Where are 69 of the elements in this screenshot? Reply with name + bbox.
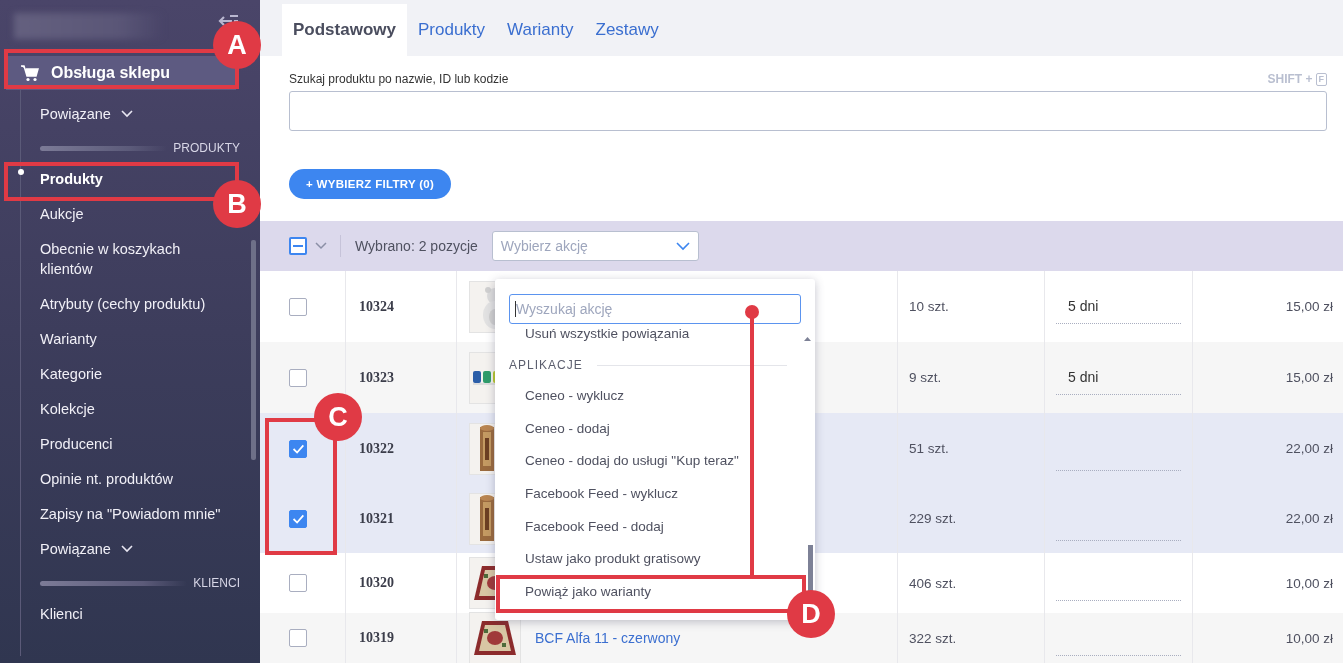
delivery-field[interactable]: 5 dni [1056, 289, 1181, 324]
filters-button[interactable]: + WYBIERZ FILTRY (0) [289, 169, 452, 199]
sidebar-item[interactable]: Produkty [21, 168, 103, 189]
row-checkbox[interactable] [289, 439, 307, 458]
product-id: 10319 [359, 630, 394, 646]
search-field[interactable] [289, 91, 1327, 131]
product-link[interactable]: BCF Alfa 11 - czerwony [535, 630, 681, 646]
product-id: 10322 [359, 440, 394, 457]
chevron-down-icon [120, 109, 133, 118]
quantity: 229 szt. [909, 511, 957, 526]
section-heading: KLIENCI [193, 576, 240, 590]
product-id: 10323 [359, 369, 394, 386]
sidebar-item[interactable]: Atrybuty (cechy produktu) [21, 293, 206, 314]
scrollbar[interactable] [251, 240, 256, 460]
quantity: 322 szt. [909, 630, 957, 646]
chevron-down-icon[interactable] [675, 241, 690, 251]
menu-item[interactable]: Facebook Feed - dodaj [525, 516, 664, 537]
menu-item[interactable]: Facebook Feed - wyklucz [525, 484, 679, 505]
bullet-icon [18, 168, 24, 175]
price: 22,00 zł [1285, 511, 1333, 526]
product-id: 10321 [359, 510, 394, 527]
search-label: Szukaj produktu po nazwie, ID lub kodzie [289, 72, 509, 86]
sidebar-item[interactable]: Producenci [21, 433, 113, 454]
quantity: 51 szt. [909, 441, 949, 456]
row-checkbox[interactable] [289, 509, 307, 528]
menu-item[interactable]: Ustaw jako produkt gratisowy [525, 549, 701, 570]
row-checkbox[interactable] [289, 629, 307, 647]
price: 10,00 zł [1285, 630, 1333, 646]
price: 10,00 zł [1285, 575, 1333, 591]
sidebar-item[interactable]: Opinie nt. produktów [21, 468, 173, 489]
price: 15,00 zł [1285, 370, 1333, 385]
menu-item[interactable]: Ceneo - wyklucz [525, 386, 625, 407]
quantity: 9 szt. [909, 370, 942, 385]
price: 22,00 zł [1285, 441, 1333, 456]
sidebar-item[interactable]: Obecnie w koszykach klientów [21, 238, 230, 279]
row-checkbox[interactable] [289, 368, 307, 387]
group-heading: APLIKACJE [509, 358, 583, 372]
selection-count: Wybrano: 2 pozycje [355, 238, 478, 254]
menu-item[interactable]: Ceneo - dodaj [525, 418, 610, 439]
sidebar-item[interactable]: Klienci [21, 603, 83, 624]
row-checkbox[interactable] [289, 297, 307, 316]
sidebar-item[interactable]: Powiązane [21, 538, 133, 559]
chevron-down-icon [120, 544, 133, 553]
sidebar-item[interactable]: Kategorie [21, 363, 103, 384]
caret-icon[interactable] [315, 242, 327, 250]
quantity: 406 szt. [909, 575, 957, 591]
tab[interactable]: Warianty [496, 4, 585, 56]
shortcut-hint: SHIFT + F [1267, 72, 1327, 86]
cart-icon [20, 64, 39, 82]
menu-item[interactable]: Ceneo - dodaj do usługi "Kup teraz" [525, 451, 739, 472]
scrollbar[interactable] [808, 545, 813, 591]
menu-item[interactable]: Powiąż jako warianty [525, 581, 652, 602]
price: 15,00 zł [1285, 299, 1333, 314]
tab[interactable]: Produkty [406, 4, 497, 56]
menu-item[interactable]: Usuń wszystkie powiązania [525, 324, 690, 344]
section-heading: PRODUKTY [173, 141, 240, 155]
select-all-checkbox[interactable] [289, 237, 307, 255]
tab[interactable]: Podstawowy [282, 4, 407, 56]
sidebar-item[interactable]: Powiązane [21, 103, 133, 124]
sidebar-item[interactable]: Zapisy na "Powiadom mnie" [21, 503, 221, 524]
product-id: 10324 [359, 298, 394, 315]
quantity: 10 szt. [909, 299, 949, 314]
sidebar-item[interactable]: Warianty [21, 328, 97, 349]
tab[interactable]: Zestawy [584, 4, 670, 56]
delivery-field[interactable]: 5 dni [1056, 360, 1181, 395]
product-id: 10320 [359, 575, 394, 591]
sidebar-item[interactable]: Kolekcje [21, 398, 95, 419]
sidebar-item[interactable]: Aukcje [21, 203, 84, 224]
row-checkbox[interactable] [289, 574, 307, 592]
